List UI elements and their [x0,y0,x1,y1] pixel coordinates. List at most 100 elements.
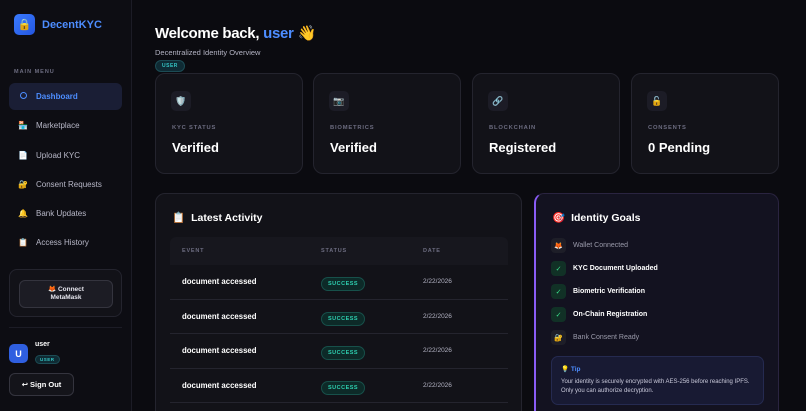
goal-item-wallet-connected: 🦊 Wallet Connected [551,234,658,257]
goal-item-biometric: ✓ Biometric Verification [551,280,658,303]
identity-goals-panel: 🎯 Identity Goals 🦊 Wallet Connected ✓ KY… [534,193,779,411]
stat-card-kyc-status: 🛡️ KYC STATUS Verified [155,73,303,174]
stat-value: Registered [489,140,557,155]
fox-icon: 🦊 [551,238,566,253]
stat-label: BLOCKCHAIN [489,125,536,131]
status-cell: SUCCESS [321,376,423,395]
role-badge: USER [155,60,185,72]
sidebar-item-label: Consent Requests [36,179,102,189]
camera-icon: 📷 [329,91,349,111]
table-row[interactable]: document accessed SUCCESS 2/22/2026 [170,334,508,369]
target-icon: 🎯 [552,212,566,224]
status-badge: SUCCESS [321,380,366,395]
status-cell: SUCCESS [321,307,423,326]
connect-label: Connect [57,285,84,293]
document-icon: 📄 [18,150,28,160]
user-profile: U user USER [9,341,60,366]
role-badge: USER [35,355,60,364]
sidebar-item-label: Dashboard [36,92,78,101]
clipboard-icon: 📋 [172,212,186,224]
check-icon: ✓ [551,307,566,322]
column-header-status: STATUS [321,248,347,254]
sidebar-item-dashboard[interactable]: Dashboard [9,83,122,110]
stat-card-biometrics: 📷 BIOMETRICS Verified [313,73,461,174]
table-header: EVENT STATUS DATE [170,237,508,265]
table-row[interactable]: document accessed SUCCESS 2/22/2026 [170,300,508,334]
table-row[interactable]: document accessed SUCCESS 2/22/2026 [170,265,508,300]
link-icon: 🔗 [488,91,508,111]
store-icon: 🏪 [18,121,28,131]
column-header-date: DATE [423,248,441,254]
stat-value: 0 Pending [648,140,711,155]
sidebar: 🔒 DecentKYC MAIN MENU Dashboard 🏪 Market… [0,0,132,411]
wave-icon: 👋 [297,25,316,42]
goal-label: Wallet Connected [573,242,628,249]
status-badge: SUCCESS [321,311,366,326]
latest-activity-panel: 📋 Latest Activity EVENT STATUS DATE docu… [155,193,522,411]
connect-label-line2: MetaMask [50,294,82,301]
status-cell: SUCCESS [321,272,423,292]
sidebar-nav: Dashboard 🏪 Marketplace 📄 Upload KYC 🔐 C… [9,83,122,259]
goal-list: 🦊 Wallet Connected ✓ KYC Document Upload… [551,234,658,349]
brand-name: DecentKYC [42,18,102,31]
panel-title: 🎯 Identity Goals [552,211,641,225]
lock-key-icon: 🔐 [18,179,28,189]
bell-icon: 🔔 [18,209,28,219]
stat-label: CONSENTS [648,125,687,131]
brand[interactable]: 🔒 DecentKYC [14,14,102,35]
event-cell: document accessed [182,380,257,390]
divider [9,327,122,328]
welcome-prefix: Welcome back, [155,25,260,42]
wallet-connect-panel: 🦊 Connect MetaMask [9,269,122,317]
tip-title: 💡 Tip [561,366,581,373]
goal-item-on-chain: ✓ On-Chain Registration [551,303,658,326]
table-row[interactable]: document accessed SUCCESS 2/22/2026 [170,369,508,403]
status-badge: SUCCESS [321,346,366,361]
date-cell: 2/22/2026 [423,381,452,389]
sidebar-item-marketplace[interactable]: 🏪 Marketplace [9,112,122,139]
goal-item-kyc-document: ✓ KYC Document Uploaded [551,257,658,280]
goal-label: On-Chain Registration [573,311,648,318]
connect-metamask-button[interactable]: 🦊 Connect MetaMask [19,280,113,308]
stat-value: Verified [330,140,377,155]
lock-key-icon: 🔐 [551,330,566,345]
sidebar-item-label: Marketplace [36,121,80,131]
check-icon: ✓ [551,284,566,299]
sidebar-item-label: Upload KYC [36,150,81,160]
fox-icon: 🦊 [48,285,57,293]
stat-label: BIOMETRICS [330,125,375,131]
goal-item-bank-consent: 🔐 Bank Consent Ready [551,326,658,349]
goal-label: KYC Document Uploaded [573,265,658,272]
check-icon: ✓ [551,261,566,276]
sidebar-item-bank-updates[interactable]: 🔔 Bank Updates [9,200,122,227]
goal-label: Bank Consent Ready [573,334,640,341]
status-badge: SUCCESS [321,277,366,292]
sidebar-item-access-history[interactable]: 📋 Access History [9,229,122,256]
sidebar-item-consent-requests[interactable]: 🔐 Consent Requests [9,171,122,198]
stat-card-consents: 🔓 CONSENTS 0 Pending [631,73,779,174]
avatar: U [9,344,28,363]
shield-icon: 🛡️ [171,91,191,111]
ring-icon [18,92,28,101]
panel-title: 📋 Latest Activity [172,211,263,225]
date-cell: 2/22/2026 [423,312,452,320]
stat-card-blockchain: 🔗 BLOCKCHAIN Registered [472,73,620,174]
panel-title-text: Identity Goals [571,211,641,224]
user-name: user [35,341,50,348]
status-cell: SUCCESS [321,341,423,361]
sidebar-item-upload-kyc[interactable]: 📄 Upload KYC [9,142,122,169]
event-cell: document accessed [182,346,257,356]
connect-label-line1: 🦊 Connect [48,286,84,294]
event-cell: document accessed [182,277,257,287]
stat-label: KYC STATUS [172,125,217,131]
tip-text: Your identity is securely encrypted with… [561,379,750,394]
clipboard-icon: 📋 [18,238,28,248]
unlock-icon: 🔓 [647,91,667,111]
panel-title-text: Latest Activity [191,211,263,224]
goal-label: Biometric Verification [573,288,645,295]
event-cell: document accessed [182,311,257,321]
tip-box: 💡 Tip Your identity is securely encrypte… [551,356,764,405]
stat-value: Verified [172,140,219,155]
sign-out-button[interactable]: ↩ Sign Out [9,373,74,396]
sidebar-item-label: Access History [36,238,89,248]
